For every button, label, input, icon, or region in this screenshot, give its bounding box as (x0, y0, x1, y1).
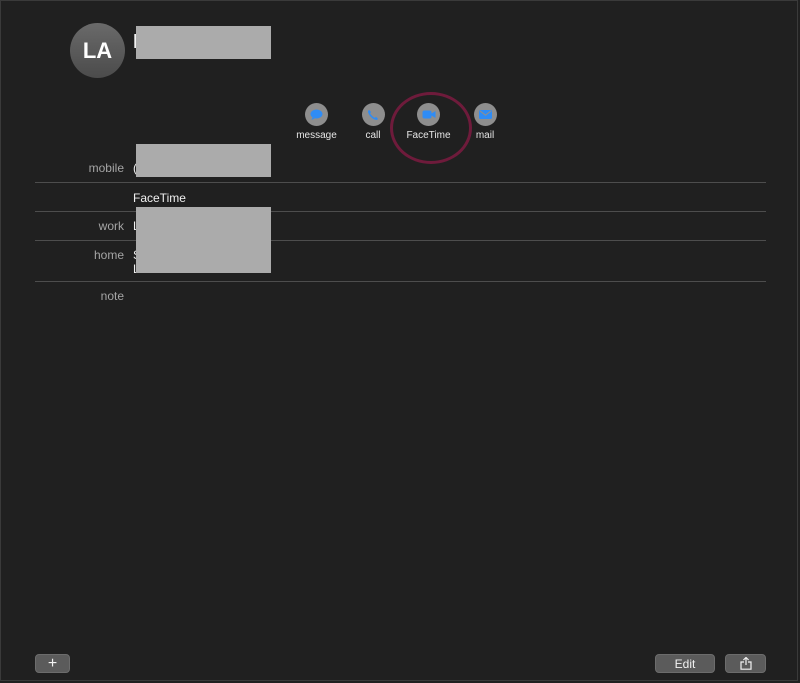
phone-icon (368, 109, 378, 120)
plus-icon: + (47, 654, 58, 672)
call-button[interactable]: call (358, 103, 388, 141)
message-button[interactable]: message (289, 103, 344, 141)
avatar: LA (70, 23, 125, 78)
share-button[interactable] (725, 654, 766, 673)
video-icon (422, 110, 435, 119)
divider (35, 281, 766, 282)
redacted-mobile (136, 144, 271, 177)
home-label: home (93, 248, 124, 262)
redacted-work-home (136, 207, 271, 273)
facetime-button[interactable]: FaceTime (401, 103, 456, 141)
contact-card-window: LA L message call (0, 0, 798, 681)
mail-icon (478, 110, 492, 119)
action-bar: message call FaceTime mail (289, 103, 509, 143)
share-icon (739, 657, 752, 670)
facetime-value[interactable]: FaceTime (133, 191, 186, 205)
mail-button[interactable]: mail (470, 103, 500, 141)
call-label: call (365, 130, 381, 141)
redacted-name (136, 26, 271, 59)
divider (35, 182, 766, 183)
work-label: work (98, 219, 124, 233)
edit-label: Edit (674, 656, 696, 671)
mail-label: mail (475, 130, 495, 141)
note-label: note (100, 289, 124, 303)
mobile-label: mobile (88, 161, 124, 175)
add-button[interactable]: + (35, 654, 70, 673)
edit-button[interactable]: Edit (655, 654, 715, 673)
message-label: message (296, 130, 337, 141)
message-icon (310, 109, 323, 120)
avatar-initials: LA (82, 37, 113, 63)
facetime-label: FaceTime (406, 130, 451, 141)
